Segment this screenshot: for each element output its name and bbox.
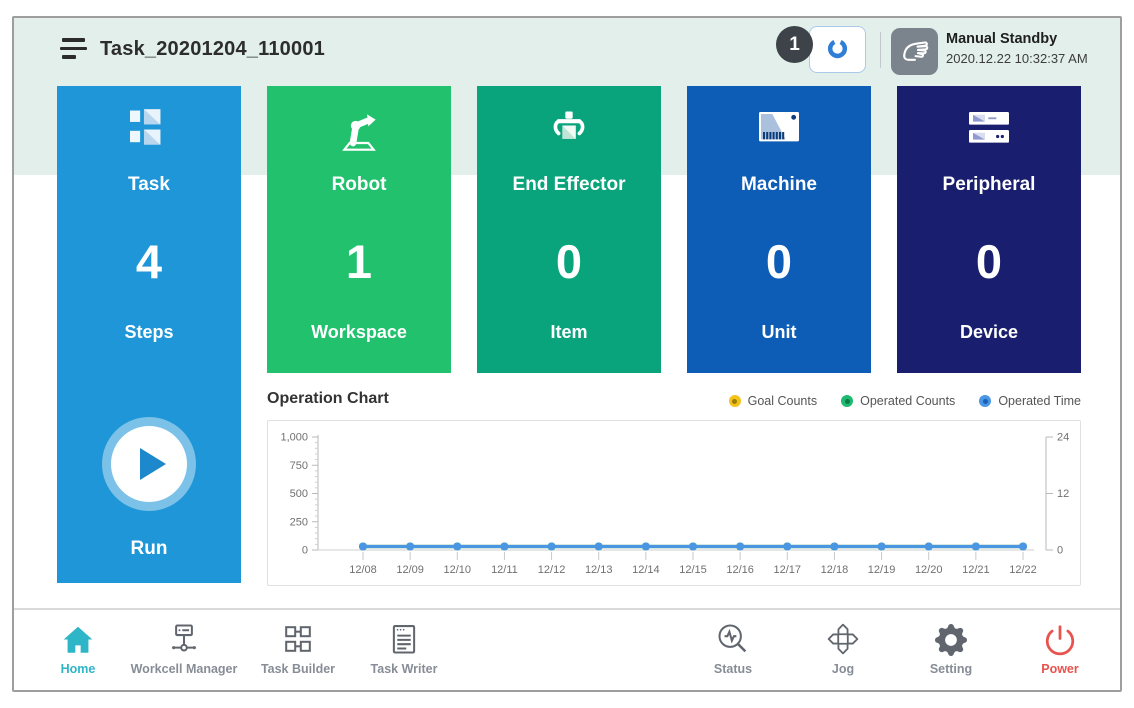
- mode-label: Manual Standby: [946, 31, 1057, 47]
- legend-label: Operated Counts: [860, 394, 955, 408]
- operation-chart: 0 250 500 750 1,000 12/08 12/09 12/10 12/11 12/12…: [267, 420, 1081, 586]
- card-label: End Effector: [477, 174, 661, 196]
- card-value: 0: [687, 234, 871, 289]
- card-unit: Workspace: [267, 322, 451, 343]
- svg-text:12/21: 12/21: [962, 564, 990, 576]
- gripper-tool-button[interactable]: [809, 26, 866, 73]
- svg-text:12/08: 12/08: [349, 564, 377, 576]
- card-value: 4: [57, 234, 241, 289]
- legend-label: Goal Counts: [748, 394, 817, 408]
- power-icon: [995, 620, 1122, 656]
- task-writer-icon: [339, 620, 469, 656]
- svg-text:24: 24: [1057, 432, 1069, 444]
- legend-dot: [841, 395, 853, 407]
- legend-label: Operated Time: [998, 394, 1081, 408]
- play-icon: [140, 448, 166, 480]
- nav-task-writer[interactable]: Task Writer: [339, 620, 469, 676]
- gripper-loop-icon: [824, 34, 851, 66]
- svg-text:250: 250: [290, 516, 308, 528]
- svg-text:1,000: 1,000: [280, 432, 308, 444]
- card-value: 0: [477, 234, 661, 289]
- svg-text:500: 500: [290, 488, 308, 500]
- svg-text:12/22: 12/22: [1009, 564, 1037, 576]
- legend-operated-counts: Operated Counts: [841, 394, 955, 408]
- notification-badge: 1: [776, 26, 813, 63]
- task-blocks-icon: [57, 108, 241, 146]
- card-unit: Device: [897, 322, 1081, 343]
- workcell-manager-icon: [119, 620, 249, 656]
- legend-operated-time: Operated Time: [979, 394, 1081, 408]
- mode-button[interactable]: [891, 28, 938, 75]
- svg-text:12/18: 12/18: [821, 564, 849, 576]
- legend-goal-counts: Goal Counts: [729, 394, 817, 408]
- nav-power[interactable]: Power: [995, 620, 1122, 676]
- page-title: Task_20201204_110001: [100, 38, 325, 61]
- svg-text:12/19: 12/19: [868, 564, 896, 576]
- svg-text:12/17: 12/17: [774, 564, 802, 576]
- svg-text:12/13: 12/13: [585, 564, 613, 576]
- card-robot[interactable]: Robot 1 Workspace: [267, 86, 451, 373]
- svg-text:12: 12: [1057, 488, 1069, 500]
- card-unit: Item: [477, 322, 661, 343]
- mode-timestamp: 2020.12.22 10:32:37 AM: [946, 51, 1088, 66]
- card-machine[interactable]: Machine 0 Unit: [687, 86, 871, 373]
- chart-title: Operation Chart: [267, 390, 389, 408]
- svg-text:12/12: 12/12: [538, 564, 566, 576]
- svg-text:12/20: 12/20: [915, 564, 943, 576]
- hand-icon: [898, 33, 931, 71]
- nav-label: Power: [995, 662, 1122, 676]
- legend-dot: [729, 395, 741, 407]
- svg-text:12/16: 12/16: [726, 564, 754, 576]
- nav-label: Task Writer: [339, 662, 469, 676]
- svg-text:0: 0: [302, 545, 308, 557]
- screen: Task_20201204_110001 1 Manual Standby: [0, 0, 1134, 708]
- svg-text:12/09: 12/09: [396, 564, 424, 576]
- card-end-effector[interactable]: End Effector 0 Item: [477, 86, 661, 373]
- topbar-divider: [880, 32, 881, 68]
- card-peripheral[interactable]: Peripheral 0 Device: [897, 86, 1081, 373]
- hamburger-icon[interactable]: [60, 38, 90, 62]
- svg-text:12/11: 12/11: [491, 564, 518, 576]
- card-unit: Unit: [687, 322, 871, 343]
- run-label: Run: [57, 538, 241, 560]
- card-task[interactable]: Task 4 Steps Run: [57, 86, 241, 583]
- card-label: Task: [57, 174, 241, 196]
- svg-text:12/15: 12/15: [679, 564, 707, 576]
- card-label: Machine: [687, 174, 871, 196]
- nav-divider: [14, 608, 1120, 610]
- gripper-icon: [477, 108, 661, 154]
- chart-legend: Goal Counts Operated Counts Operated Time: [729, 394, 1081, 408]
- svg-text:12/14: 12/14: [632, 564, 660, 576]
- legend-dot: [979, 395, 991, 407]
- card-unit: Steps: [57, 322, 241, 343]
- nav-label: Workcell Manager: [119, 662, 249, 676]
- robot-arm-icon: [267, 108, 451, 154]
- card-value: 0: [897, 234, 1081, 289]
- run-button[interactable]: [111, 426, 187, 502]
- machine-icon: [687, 108, 871, 148]
- peripheral-icon: [897, 108, 1081, 148]
- card-value: 1: [267, 234, 451, 289]
- svg-text:12/10: 12/10: [444, 564, 472, 576]
- card-label: Peripheral: [897, 174, 1081, 196]
- nav-workcell-manager[interactable]: Workcell Manager: [119, 620, 249, 676]
- card-label: Robot: [267, 174, 451, 196]
- app-frame: Task_20201204_110001 1 Manual Standby: [12, 16, 1122, 692]
- svg-text:0: 0: [1057, 545, 1063, 557]
- svg-text:750: 750: [290, 460, 308, 472]
